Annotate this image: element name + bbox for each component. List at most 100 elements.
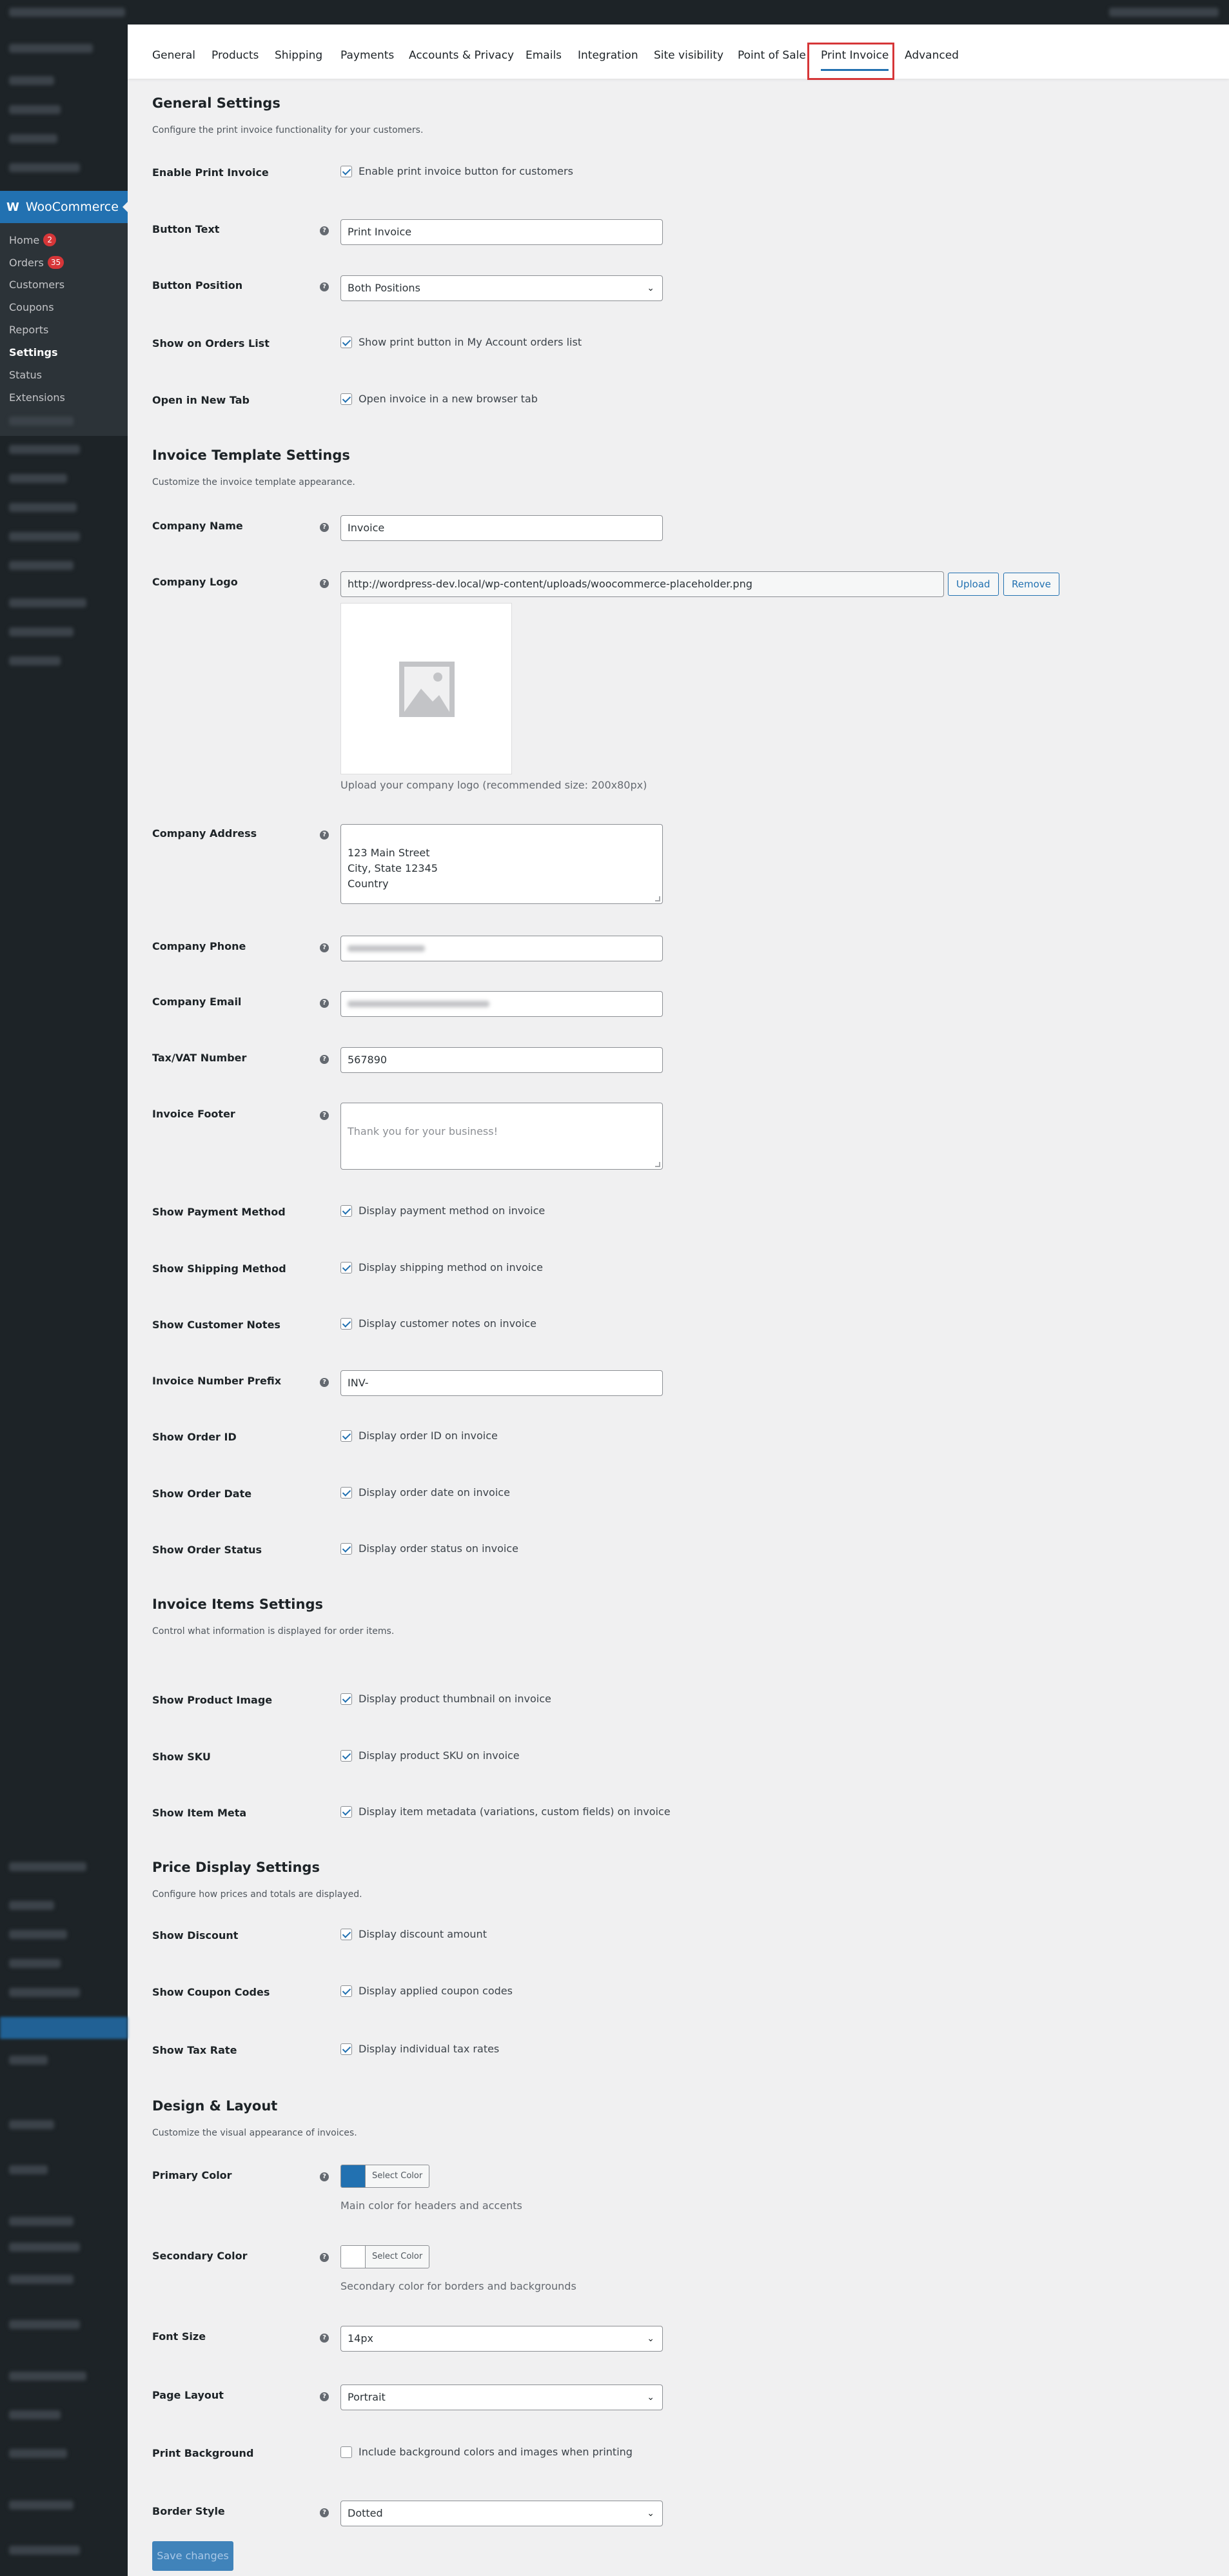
save-changes-button[interactable]: Save changes — [152, 2541, 233, 2571]
invoice-footer-textarea[interactable]: Thank you for your business! — [340, 1103, 663, 1170]
company-logo-url-input[interactable]: http://wordpress-dev.local/wp-content/up… — [340, 571, 944, 597]
woocommerce-menu[interactable]: W WooCommerce — [0, 191, 128, 223]
submenu-status[interactable]: Status — [9, 369, 42, 381]
show-on-orders-list-option[interactable]: Show print button in My Account orders l… — [340, 336, 582, 348]
company-name-input[interactable]: Invoice — [340, 515, 663, 541]
invoice-prefix-help-icon[interactable]: ? — [320, 1378, 329, 1387]
chevron-down-icon: ⌄ — [647, 2334, 654, 2344]
button-text-help-icon[interactable]: ? — [320, 226, 329, 235]
border-style-help-icon[interactable]: ? — [320, 2508, 329, 2517]
show-item-meta-option[interactable]: Display item metadata (variations, custo… — [340, 1805, 671, 1818]
primary-color-swatch — [341, 2165, 366, 2187]
company-address-help-icon[interactable]: ? — [320, 831, 329, 840]
blurred-phone — [348, 945, 425, 952]
company-name-help-icon[interactable]: ? — [320, 523, 329, 532]
enable-print-invoice-label: Enable Print Invoice — [152, 166, 269, 179]
show-sku-option[interactable]: Display product SKU on invoice — [340, 1749, 520, 1762]
open-in-new-tab-option[interactable]: Open invoice in a new browser tab — [340, 393, 538, 405]
submenu-home[interactable]: Home 2 — [9, 233, 57, 246]
show-product-image-checkbox[interactable] — [340, 1693, 352, 1705]
design-layout-title: Design & Layout — [152, 2098, 278, 2114]
woocommerce-submenu: Home 2 Orders 35 Customers Coupons Repor… — [0, 223, 128, 436]
show-order-status-option[interactable]: Display order status on invoice — [340, 1542, 518, 1555]
upload-logo-button[interactable]: Upload — [948, 573, 999, 596]
show-sku-checkbox[interactable] — [340, 1749, 352, 1762]
page-layout-help-icon[interactable]: ? — [320, 2392, 329, 2401]
woocommerce-icon: W — [6, 200, 19, 214]
invoice-footer-help-icon[interactable]: ? — [320, 1111, 329, 1120]
button-position-select[interactable]: Both Positions ⌄ — [340, 275, 663, 301]
primary-color-picker[interactable]: Select Color — [340, 2165, 430, 2188]
company-phone-help-icon[interactable]: ? — [320, 943, 329, 952]
tab-point-of-sale[interactable]: Point of Sale — [738, 49, 806, 62]
show-order-date-option[interactable]: Display order date on invoice — [340, 1486, 510, 1499]
show-discount-checkbox[interactable] — [340, 1928, 352, 1940]
show-customer-notes-checkbox[interactable] — [340, 1317, 352, 1330]
tax-vat-help-icon[interactable]: ? — [320, 1055, 329, 1064]
tax-vat-input[interactable]: 567890 — [340, 1047, 663, 1073]
tab-advanced[interactable]: Advanced — [905, 49, 959, 62]
show-order-status-checkbox[interactable] — [340, 1542, 352, 1555]
tab-emails[interactable]: Emails — [526, 49, 562, 62]
show-shipping-method-checkbox[interactable] — [340, 1261, 352, 1273]
chevron-down-icon: ⌄ — [647, 2392, 654, 2403]
tab-products[interactable]: Products — [211, 49, 259, 62]
font-size-select[interactable]: 14px ⌄ — [340, 2326, 663, 2352]
show-order-id-option[interactable]: Display order ID on invoice — [340, 1430, 498, 1442]
company-email-input[interactable] — [340, 991, 663, 1017]
company-email-help-icon[interactable]: ? — [320, 999, 329, 1008]
print-background-checkbox[interactable] — [340, 2446, 352, 2458]
show-customer-notes-option[interactable]: Display customer notes on invoice — [340, 1317, 536, 1330]
secondary-color-help-icon[interactable]: ? — [320, 2253, 329, 2262]
company-address-textarea[interactable]: 123 Main Street City, State 12345 Countr… — [340, 824, 663, 904]
invoice-prefix-input[interactable]: INV- — [340, 1370, 663, 1396]
page-layout-select[interactable]: Portrait ⌄ — [340, 2384, 663, 2410]
settings-content: General Products Shipping Payments Accou… — [128, 25, 1229, 2576]
show-payment-method-option[interactable]: Display payment method on invoice — [340, 1204, 545, 1217]
tab-site-visibility[interactable]: Site visibility — [654, 49, 723, 62]
font-size-help-icon[interactable]: ? — [320, 2334, 329, 2343]
resize-grip-icon[interactable] — [655, 1162, 660, 1167]
show-tax-rate-option[interactable]: Display individual tax rates — [340, 2043, 499, 2055]
button-text-label: Button Text — [152, 223, 220, 235]
resize-grip-icon[interactable] — [655, 896, 660, 901]
submenu-orders[interactable]: Orders 35 — [9, 256, 64, 269]
company-phone-input[interactable] — [340, 936, 663, 961]
show-discount-option[interactable]: Display discount amount — [340, 1928, 487, 1940]
show-order-date-checkbox[interactable] — [340, 1486, 352, 1499]
button-position-help-icon[interactable]: ? — [320, 282, 329, 291]
show-product-image-option[interactable]: Display product thumbnail on invoice — [340, 1693, 551, 1705]
tab-integration[interactable]: Integration — [578, 49, 638, 62]
secondary-color-picker[interactable]: Select Color — [340, 2245, 430, 2268]
submenu-reports[interactable]: Reports — [9, 324, 48, 336]
show-item-meta-checkbox[interactable] — [340, 1805, 352, 1818]
primary-color-help-icon[interactable]: ? — [320, 2172, 329, 2181]
border-style-select[interactable]: Dotted ⌄ — [340, 2501, 663, 2526]
show-order-id-checkbox[interactable] — [340, 1430, 352, 1442]
submenu-extensions[interactable]: Extensions — [9, 391, 65, 404]
tab-payments[interactable]: Payments — [340, 49, 394, 62]
open-in-new-tab-checkbox[interactable] — [340, 393, 352, 405]
show-coupon-codes-checkbox[interactable] — [340, 1985, 352, 1997]
submenu-home-label: Home — [9, 233, 40, 246]
print-background-option[interactable]: Include background colors and images whe… — [340, 2446, 633, 2458]
show-coupon-codes-option[interactable]: Display applied coupon codes — [340, 1985, 513, 1997]
tab-accounts-privacy[interactable]: Accounts & Privacy — [409, 49, 514, 62]
current-menu-pointer — [123, 202, 128, 212]
show-sku-label: Show SKU — [152, 1751, 211, 1763]
enable-print-invoice-option[interactable]: Enable print invoice button for customer… — [340, 165, 573, 177]
show-payment-method-checkbox[interactable] — [340, 1204, 352, 1217]
show-shipping-method-option[interactable]: Display shipping method on invoice — [340, 1261, 543, 1273]
submenu-coupons[interactable]: Coupons — [9, 301, 54, 313]
enable-print-invoice-checkbox[interactable] — [340, 165, 352, 177]
tab-shipping[interactable]: Shipping — [275, 49, 322, 62]
tab-general[interactable]: General — [152, 49, 195, 62]
submenu-customers[interactable]: Customers — [9, 279, 64, 291]
show-on-orders-list-checkbox[interactable] — [340, 336, 352, 348]
submenu-settings[interactable]: Settings — [9, 346, 58, 359]
settings-tabs: General Products Shipping Payments Accou… — [128, 25, 1229, 80]
show-tax-rate-checkbox[interactable] — [340, 2043, 352, 2055]
remove-logo-button[interactable]: Remove — [1003, 573, 1059, 596]
company-logo-help-icon[interactable]: ? — [320, 579, 329, 588]
button-text-input[interactable]: Print Invoice — [340, 219, 663, 245]
